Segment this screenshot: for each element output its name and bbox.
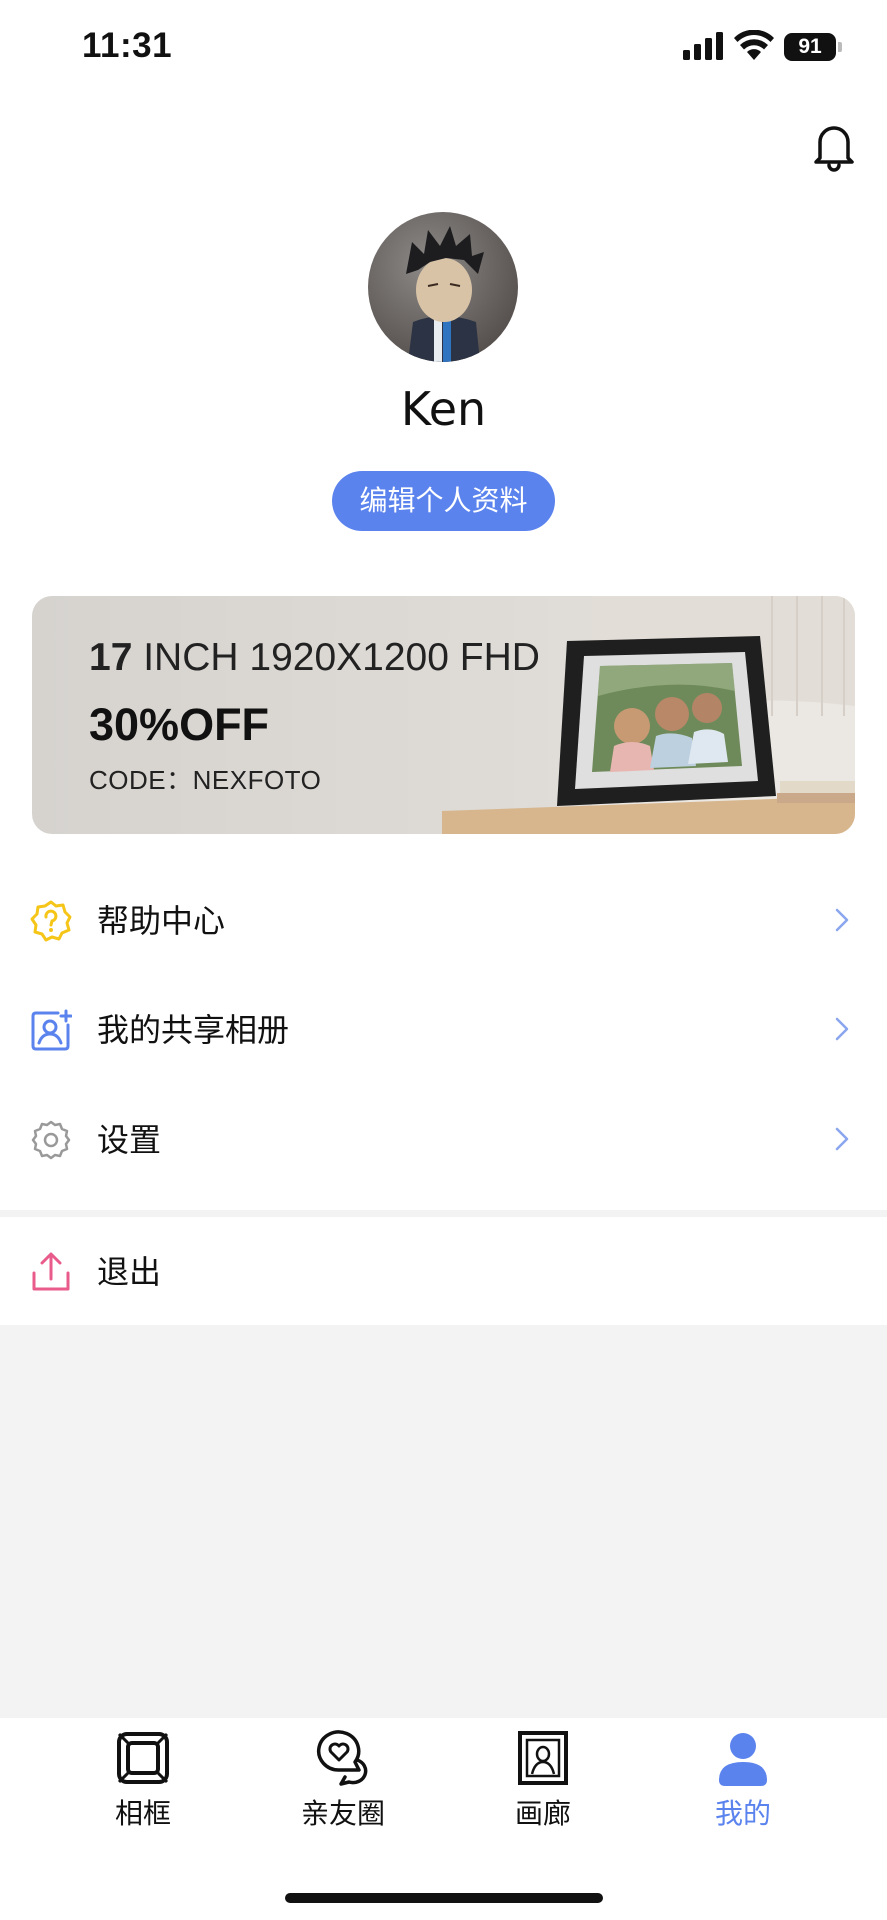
banner-spec-text: INCH 1920X1200 FHD [132,636,540,679]
tab-label: 相框 [114,1797,171,1830]
gallery-icon [518,1731,568,1785]
battery-level: 91 [784,33,836,61]
menu-item-settings[interactable]: 设置 [0,1085,887,1193]
banner-size: 17 [89,636,133,679]
upload-icon [32,1252,70,1291]
chevron-right-icon [835,908,849,932]
logout-label: 退出 [97,1253,162,1291]
promo-banner[interactable]: 17 INCH 1920X1200 FHD 30%OFF CODE：NEXFOT… [32,596,855,834]
menu-item-shared-album[interactable]: 我的共享相册 [0,975,887,1083]
heart-chat-icon [316,1730,368,1786]
edit-profile-button[interactable]: 编辑个人资料 [332,471,555,531]
menu-label: 帮助中心 [97,902,226,940]
avatar-image [368,212,518,362]
banner-offer: 30%OFF [89,699,270,750]
banner-code: CODE：NEXFOTO [89,765,322,795]
status-time: 11:31 [82,26,173,65]
cellular-signal-icon [683,32,723,60]
chevron-right-icon [835,1017,849,1041]
bell-icon[interactable] [810,120,858,172]
tab-gallery[interactable]: 画廊 [478,1730,608,1840]
status-bar: 11:31 91 [0,0,887,100]
banner-spec: 17 INCH 1920X1200 FHD [89,636,540,680]
tab-frame[interactable]: 相框 [78,1730,208,1840]
tab-mine[interactable]: 我的 [678,1730,808,1840]
gear-icon [31,1120,71,1160]
help-badge-icon [30,900,72,942]
tab-label: 画廊 [514,1797,571,1830]
bottom-tab-bar: 相框 亲友圈 画廊 我的 [0,1718,887,1920]
chevron-right-icon [835,1127,849,1151]
frame-icon [117,1732,169,1784]
person-icon [719,1733,767,1786]
home-indicator [285,1893,603,1903]
avatar[interactable] [368,212,518,362]
menu-item-help-center[interactable]: 帮助中心 [0,866,887,974]
menu-label: 设置 [97,1121,162,1159]
shared-album-icon [31,1009,72,1051]
battery-cap [838,42,842,52]
tab-friends-circle[interactable]: 亲友圈 [278,1730,408,1840]
battery-indicator: 91 [784,33,842,61]
tab-label: 我的 [714,1797,771,1830]
logout-row[interactable]: 退出 [0,1217,887,1325]
menu-label: 我的共享相册 [97,1011,290,1049]
wifi-icon [734,30,774,60]
user-name: Ken [400,382,487,436]
tab-label: 亲友圈 [300,1797,385,1830]
